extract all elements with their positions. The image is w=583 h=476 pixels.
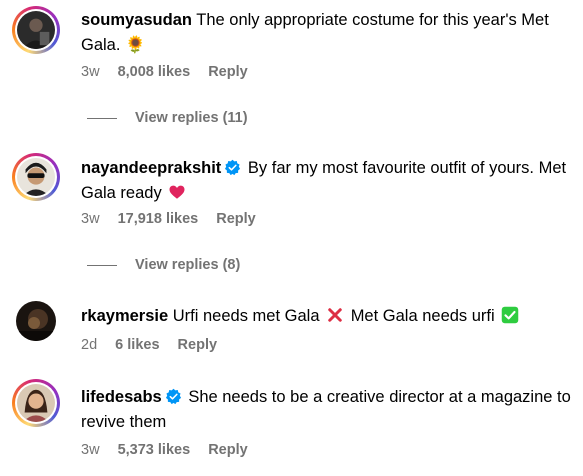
comment-meta: 3w 17,918 likes Reply xyxy=(81,211,270,227)
comment-text-part2: Met Gala needs urfi xyxy=(350,307,495,325)
view-replies-label: View replies (11) xyxy=(135,110,248,126)
avatar[interactable] xyxy=(16,301,56,341)
username[interactable]: nayandeeprakshit xyxy=(81,159,221,177)
avatar-image-icon xyxy=(16,301,56,341)
comment-time[interactable]: 3w xyxy=(81,211,100,227)
reply-button[interactable]: Reply xyxy=(208,442,248,458)
likes-count[interactable]: 6 likes xyxy=(115,337,159,353)
cross-mark-icon xyxy=(328,308,342,322)
avatar-inner xyxy=(15,156,57,198)
avatar-image-icon xyxy=(17,11,55,49)
avatar-image-icon xyxy=(17,158,55,196)
avatar-inner xyxy=(15,9,57,51)
avatar[interactable] xyxy=(12,6,60,54)
likes-count[interactable]: 17,918 likes xyxy=(118,211,199,227)
reply-button[interactable]: Reply xyxy=(208,64,248,80)
comment-time[interactable]: 3w xyxy=(81,64,100,80)
heart-icon xyxy=(169,185,185,199)
comment-meta: 3w 5,373 likes Reply xyxy=(81,442,262,458)
comment-time[interactable]: 2d xyxy=(81,337,97,353)
avatar[interactable] xyxy=(12,153,60,201)
comment-body: soumyasudan The only appropriate costume… xyxy=(81,8,576,58)
likes-count[interactable]: 5,373 likes xyxy=(118,442,191,458)
verified-badge-icon xyxy=(165,388,181,405)
reply-button[interactable]: Reply xyxy=(178,337,218,353)
comment-body: lifedesabs She needs to be a creative di… xyxy=(81,385,576,435)
check-mark-icon xyxy=(502,306,519,324)
avatar[interactable] xyxy=(12,379,60,427)
view-replies-button[interactable]: View replies (8) xyxy=(87,257,240,273)
replies-divider xyxy=(87,117,117,119)
comment-meta: 3w 8,008 likes Reply xyxy=(81,64,262,80)
username[interactable]: rkaymersie xyxy=(81,307,168,325)
likes-count[interactable]: 8,008 likes xyxy=(118,64,191,80)
view-replies-label: View replies (8) xyxy=(135,257,241,273)
verified-badge-icon xyxy=(225,159,241,176)
comment-text-part1: Urfi needs met Gala xyxy=(172,307,320,325)
comment-body: nayandeeprakshit By far my most favourit… xyxy=(81,156,576,206)
comment-body: rkaymersie Urfi needs met Gala Met Gala … xyxy=(81,304,576,329)
replies-divider xyxy=(87,264,117,266)
view-replies-button[interactable]: View replies (11) xyxy=(87,110,248,126)
avatar-inner xyxy=(15,382,57,424)
comment-meta: 2d 6 likes Reply xyxy=(81,337,231,353)
reply-button[interactable]: Reply xyxy=(216,211,256,227)
avatar-image-icon xyxy=(17,384,55,422)
comment-time[interactable]: 3w xyxy=(81,442,100,458)
username[interactable]: soumyasudan xyxy=(81,11,192,29)
username[interactable]: lifedesabs xyxy=(81,388,162,406)
